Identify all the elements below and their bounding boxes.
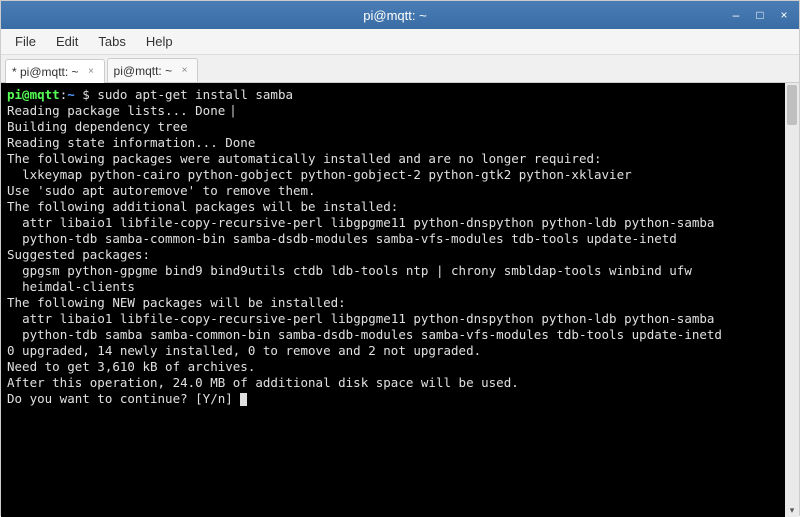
close-icon: × <box>88 66 94 77</box>
tab-terminal-2[interactable]: pi@mqtt: ~ × <box>107 58 199 82</box>
terminal-area: pi@mqtt:~ $ sudo apt-get install samba R… <box>1 83 799 517</box>
terminal-output-line: Building dependency tree <box>7 119 188 134</box>
tab-label: * pi@mqtt: ~ <box>12 65 79 79</box>
tab-close-button[interactable]: × <box>85 65 98 78</box>
window-controls: – □ × <box>725 6 795 24</box>
menu-tabs[interactable]: Tabs <box>90 31 133 52</box>
terminal-output-line: gpgsm python-gpgme bind9 bind9utils ctdb… <box>7 263 692 278</box>
command-text: sudo apt-get install <box>97 87 255 102</box>
close-icon: × <box>182 65 188 76</box>
window-title: pi@mqtt: ~ <box>65 8 725 23</box>
command-text: samba <box>255 87 293 102</box>
minimize-icon: – <box>733 8 740 22</box>
maximize-icon: □ <box>756 8 763 22</box>
prompt-dollar: $ <box>75 87 98 102</box>
tab-label: pi@mqtt: ~ <box>114 64 173 78</box>
terminal-output-line: 0 upgraded, 14 newly installed, 0 to rem… <box>7 343 481 358</box>
terminal-output-line: Suggested packages: <box>7 247 150 262</box>
terminal-output-line: The following packages were automaticall… <box>7 151 602 166</box>
menu-edit[interactable]: Edit <box>48 31 86 52</box>
prompt-path: ~ <box>67 87 75 102</box>
minimize-button[interactable]: – <box>725 6 747 24</box>
terminal-output-line: python-tdb samba-common-bin samba-dsdb-m… <box>7 231 677 246</box>
text-cursor-icon: ⎸ <box>225 103 245 119</box>
close-button[interactable]: × <box>773 6 795 24</box>
terminal-output-line: attr libaio1 libfile-copy-recursive-perl… <box>7 311 714 326</box>
maximize-button[interactable]: □ <box>749 6 771 24</box>
terminal-output-line: Reading state information... Done <box>7 135 255 150</box>
terminal-output-line: python-tdb samba samba-common-bin samba-… <box>7 327 722 342</box>
menubar: File Edit Tabs Help <box>1 29 799 55</box>
scroll-thumb[interactable] <box>787 85 797 125</box>
terminal-output-line: The following NEW packages will be insta… <box>7 295 346 310</box>
tab-bar: * pi@mqtt: ~ × pi@mqtt: ~ × <box>1 55 799 83</box>
terminal[interactable]: pi@mqtt:~ $ sudo apt-get install samba R… <box>1 83 785 517</box>
close-icon: × <box>780 8 787 22</box>
terminal-output-line: The following additional packages will b… <box>7 199 398 214</box>
prompt-user-host: pi@mqtt <box>7 87 60 102</box>
window-titlebar: pi@mqtt: ~ – □ × <box>1 1 799 29</box>
terminal-output-line: Reading package lists... Done <box>7 103 225 118</box>
cursor-block-icon <box>240 393 247 406</box>
terminal-output-line: Need to get 3,610 kB of archives. <box>7 359 255 374</box>
tab-close-button[interactable]: × <box>178 64 191 77</box>
terminal-output-line: attr libaio1 libfile-copy-recursive-perl… <box>7 215 714 230</box>
terminal-output-line: Use 'sudo apt autoremove' to remove them… <box>7 183 316 198</box>
terminal-output-line: Do you want to continue? [Y/n] <box>7 391 240 406</box>
terminal-output-line: heimdal-clients <box>7 279 135 294</box>
terminal-output-line: lxkeymap python-cairo python-gobject pyt… <box>7 167 632 182</box>
tab-terminal-1[interactable]: * pi@mqtt: ~ × <box>5 59 105 83</box>
menu-help[interactable]: Help <box>138 31 181 52</box>
scroll-down-button[interactable]: ▾ <box>785 503 799 517</box>
terminal-output-line: After this operation, 24.0 MB of additio… <box>7 375 519 390</box>
scrollbar[interactable]: ▾ <box>785 83 799 517</box>
menu-file[interactable]: File <box>7 31 44 52</box>
chevron-down-icon: ▾ <box>790 505 795 516</box>
